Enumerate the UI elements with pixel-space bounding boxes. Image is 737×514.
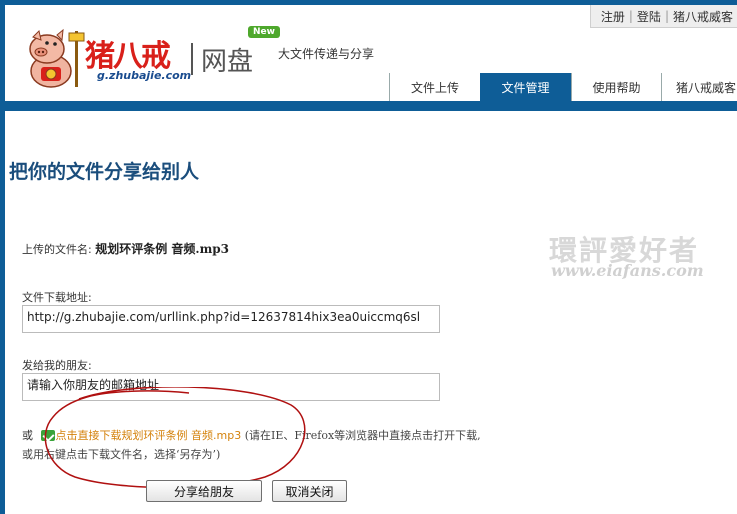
or-text: 或 (22, 429, 33, 442)
pig-mascot-icon (29, 28, 85, 88)
slogan: 大文件传递与分享 (278, 47, 375, 61)
header: 注册 | 登陆 | 猪八戒威客 猪八戒 g.zhubajie.com 网盘 Ne… (5, 5, 737, 101)
watermark-url: www.eiafans.com (551, 261, 704, 280)
file-name-label: 上传的文件名: (22, 243, 92, 256)
zhubajie-weike-link[interactable]: 猪八戒威客 (669, 8, 737, 25)
logo-url: g.zhubajie.com (97, 69, 192, 82)
register-link[interactable]: 注册 (597, 8, 629, 25)
new-badge: New (248, 26, 280, 38)
cancel-close-button[interactable]: 取消关闭 (272, 480, 347, 502)
friend-email-label: 发给我的朋友: (22, 359, 92, 372)
red-annotation-circle (44, 387, 306, 489)
tab-help[interactable]: 使用帮助 (571, 73, 661, 101)
logo-divider (191, 43, 193, 75)
page-title: 把你的文件分享给别人 (9, 161, 200, 183)
nav-stripe (0, 101, 737, 111)
login-link[interactable]: 登陆 (633, 8, 665, 25)
product-name: 网盘 (201, 47, 254, 77)
tab-file-upload[interactable]: 文件上传 (389, 73, 480, 101)
download-url-label: 文件下载地址: (22, 291, 92, 304)
download-url-field[interactable]: http://g.zhubajie.com/urllink.php?id=126… (22, 305, 440, 333)
share-with-friend-button[interactable]: 分享给朋友 (146, 480, 262, 502)
tab-file-management[interactable]: 文件管理 (480, 73, 571, 101)
main-nav: 文件上传 文件管理 使用帮助 猪八戒威客 (389, 73, 737, 101)
main-panel: 把你的文件分享给别人 環評愛好者 www.eiafans.com 上传的文件名:… (5, 111, 737, 514)
file-name-row: 上传的文件名: 规划环评条例 音频.mp3 (22, 240, 229, 257)
file-name-value: 规划环评条例 音频.mp3 (95, 242, 230, 256)
tab-zhubajie-weike[interactable]: 猪八戒威客 (661, 73, 737, 101)
top-links: 注册 | 登陆 | 猪八戒威客 (589, 5, 737, 28)
